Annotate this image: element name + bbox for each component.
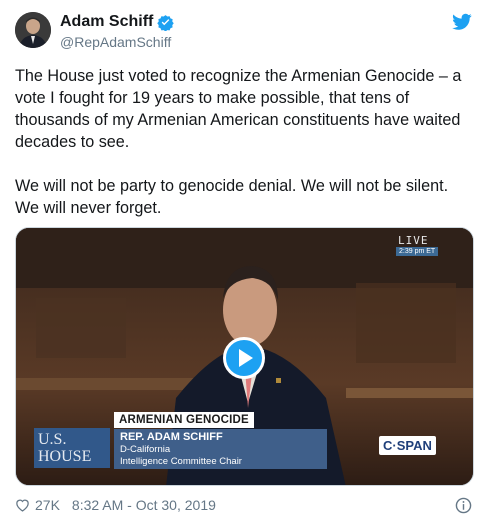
like-count[interactable]: 27K [35, 497, 60, 513]
chyron-title: ARMENIAN GENOCIDE [114, 412, 254, 428]
tweet-timestamp[interactable]: 8:32 AM - Oct 30, 2019 [72, 497, 216, 513]
house-logo-line2: HOUSE [38, 448, 92, 465]
tweet-card: Adam Schiff @RepAdamSchiff The House jus… [0, 0, 486, 522]
chyron-party: D-California [120, 444, 171, 455]
live-indicator: LIVE [398, 234, 429, 247]
info-icon[interactable] [455, 497, 472, 514]
us-house-logo: U.S. HOUSE [34, 428, 110, 468]
author-handle[interactable]: @RepAdamSchiff [60, 34, 171, 50]
avatar[interactable] [15, 12, 51, 48]
play-icon [239, 349, 253, 367]
house-logo-line1: U.S. [38, 431, 67, 448]
author-name[interactable]: Adam Schiff [60, 13, 153, 31]
video-player[interactable]: LIVE 2:39 pm ET ARMENIAN GENOCIDE REP. A… [15, 227, 474, 486]
live-timestamp: 2:39 pm ET [396, 247, 439, 256]
verified-badge-icon [157, 14, 175, 31]
chyron-name: REP. ADAM SCHIFF [120, 431, 223, 443]
twitter-bird-icon[interactable] [452, 13, 472, 31]
heart-icon[interactable] [15, 498, 30, 512]
tweet-footer: 27K 8:32 AM - Oct 30, 2019 [15, 496, 216, 514]
author-name-row[interactable]: Adam Schiff [60, 12, 175, 32]
cspan-logo: C·SPAN [379, 436, 436, 455]
chyron-role: Intelligence Committee Chair [120, 456, 242, 467]
tweet-text: The House just voted to recognize the Ar… [15, 67, 462, 217]
play-button[interactable] [223, 337, 265, 379]
